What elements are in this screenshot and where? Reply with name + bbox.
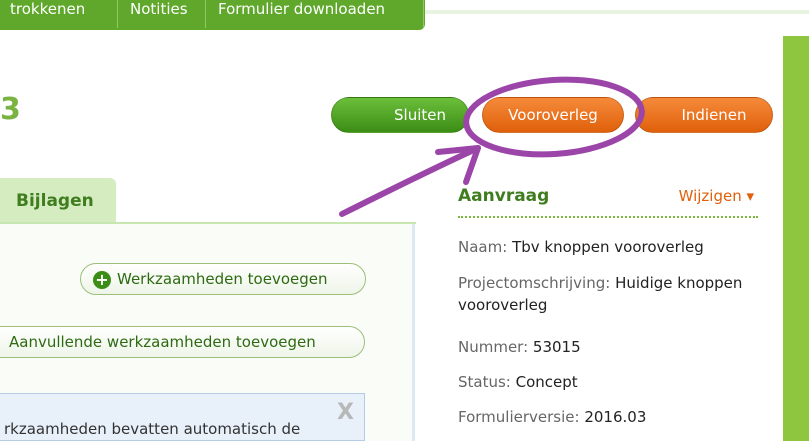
right-edge-bar: [783, 36, 809, 441]
field-status-label: Status:: [458, 373, 511, 391]
field-name: Naam: Tbv knoppen vooroverleg: [458, 236, 704, 258]
info-message: rkzaamheden bevatten automatisch de X: [0, 393, 365, 441]
submit-button[interactable]: Indienen: [635, 97, 773, 133]
field-form-version-label: Formulierversie:: [458, 408, 580, 426]
edit-dropdown[interactable]: Wijzigen ▾: [679, 187, 754, 205]
tab-attachments[interactable]: Bijlagen: [0, 178, 116, 224]
field-form-version-value: 2016.03: [584, 408, 647, 426]
close-icon[interactable]: X: [337, 400, 354, 425]
top-tab-betrokkenen[interactable]: trokkenen: [0, 0, 118, 28]
field-form-version: Formulierversie: 2016.03: [458, 406, 646, 428]
add-work-label: Werkzaamheden toevoegen: [117, 270, 328, 288]
field-project-description-label: Projectomschrijving:: [458, 274, 611, 292]
plus-icon: +: [93, 271, 111, 289]
top-strip: [425, 10, 809, 14]
info-message-text: rkzaamheden bevatten automatisch de: [4, 420, 301, 438]
field-status: Status: Concept: [458, 371, 578, 393]
top-tab-formulier-downloaden[interactable]: Formulier downloaden: [206, 0, 424, 28]
request-summary-header: Aanvraag Wijzigen ▾: [458, 178, 758, 218]
top-navigation: trokkenen Notities Formulier downloaden: [0, 0, 809, 38]
field-name-label: Naam:: [458, 238, 508, 256]
add-extra-work-button[interactable]: Aanvullende werkzaamheden toevoegen: [0, 326, 365, 358]
field-number-label: Nummer:: [458, 338, 529, 356]
page-title: 3: [0, 92, 21, 127]
pre-consult-button[interactable]: Vooroverleg: [482, 97, 624, 133]
field-project-description: Projectomschrijving: Huidige knoppen voo…: [458, 272, 758, 316]
top-tab-notities[interactable]: Notities: [118, 0, 206, 28]
field-status-value: Concept: [515, 373, 578, 391]
top-tab-bar: trokkenen Notities Formulier downloaden: [0, 0, 425, 30]
request-summary: Aanvraag Wijzigen ▾ Naam: Tbv knoppen vo…: [458, 178, 758, 426]
field-number-value: 53015: [532, 338, 581, 356]
field-name-value: Tbv knoppen vooroverleg: [512, 238, 704, 256]
add-work-button[interactable]: + Werkzaamheden toevoegen: [80, 263, 366, 295]
add-extra-work-label: Aanvullende werkzaamheden toevoegen: [9, 333, 316, 351]
request-summary-title: Aanvraag: [458, 186, 550, 206]
close-button[interactable]: Sluiten: [331, 97, 469, 133]
field-number: Nummer: 53015: [458, 336, 581, 358]
